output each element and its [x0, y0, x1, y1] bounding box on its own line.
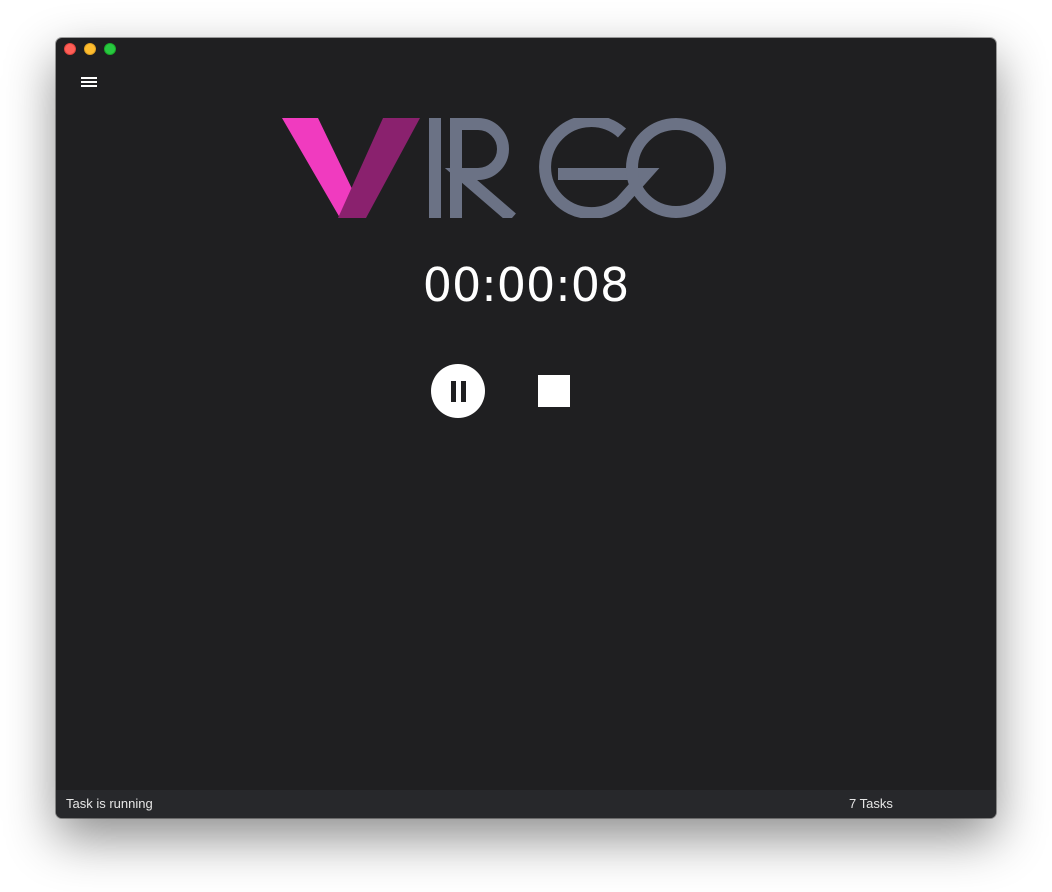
stop-button[interactable]: [538, 375, 570, 407]
pause-button[interactable]: [431, 364, 485, 418]
window-close-button[interactable]: [64, 43, 76, 55]
logo-i: [429, 118, 441, 218]
window-minimize-button[interactable]: [84, 43, 96, 55]
window-maximize-button[interactable]: [104, 43, 116, 55]
app-window: 00:00:08 Task is running 7 Tasks: [56, 38, 996, 818]
logo-r: [444, 118, 516, 223]
task-count: 7 Tasks: [849, 796, 893, 811]
pause-icon-bar: [460, 380, 466, 402]
status-message: Task is running: [66, 796, 153, 811]
elapsed-timer: 00:00:08: [422, 258, 630, 312]
virgo-logo: [282, 115, 730, 223]
status-bar: Task is running 7 Tasks: [56, 790, 996, 818]
logo-v-right: [338, 118, 420, 218]
pause-icon: [450, 380, 456, 402]
hamburger-menu-icon[interactable]: [76, 70, 102, 94]
